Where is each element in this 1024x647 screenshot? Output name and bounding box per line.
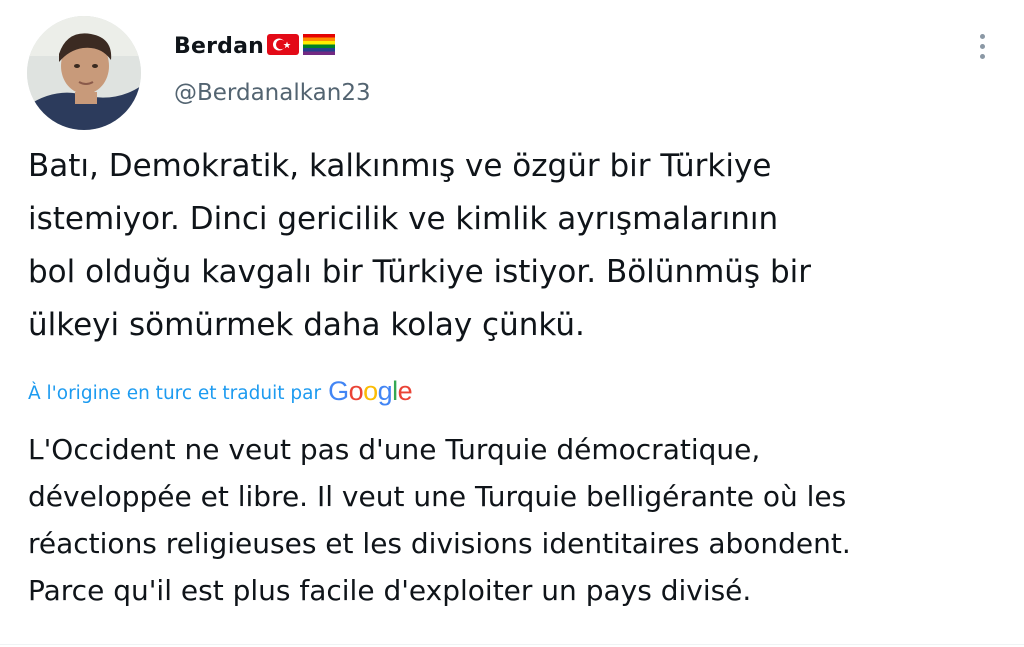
profile-avatar[interactable] xyxy=(27,16,141,130)
google-logo-letter: e xyxy=(397,375,413,406)
translation-notice-label[interactable]: À l'origine en turc et traduit par xyxy=(28,383,321,404)
avatar-image xyxy=(27,16,141,130)
rainbow-flag-icon xyxy=(302,32,336,60)
author-display-name[interactable]: Berdan xyxy=(174,34,264,59)
google-logo: Google xyxy=(328,375,413,407)
google-logo-letter: G xyxy=(328,375,349,406)
google-logo-text: Google xyxy=(328,375,413,407)
divider xyxy=(0,644,1024,645)
author-handle[interactable]: @Berdanalkan23 xyxy=(174,80,371,106)
translation-notice[interactable]: À l'origine en turc et traduit par Googl… xyxy=(28,375,413,411)
google-logo-letter: o xyxy=(348,375,364,406)
more-options-icon[interactable] xyxy=(968,28,996,64)
tweet-translated-text: L'Occident ne veut pas d'une Turquie dém… xyxy=(28,433,851,607)
author-name-row[interactable]: Berdan xyxy=(174,31,336,61)
tweet-original-text: Batı, Demokratik, kalkınmış ve özgür bir… xyxy=(28,148,811,343)
google-logo-letter: g xyxy=(377,375,393,406)
turkey-flag-icon xyxy=(266,32,300,60)
tweet-card: Berdan @Berdanalkan23 Batı, Demokratik, … xyxy=(0,0,1024,647)
google-logo-letter: o xyxy=(363,375,378,406)
